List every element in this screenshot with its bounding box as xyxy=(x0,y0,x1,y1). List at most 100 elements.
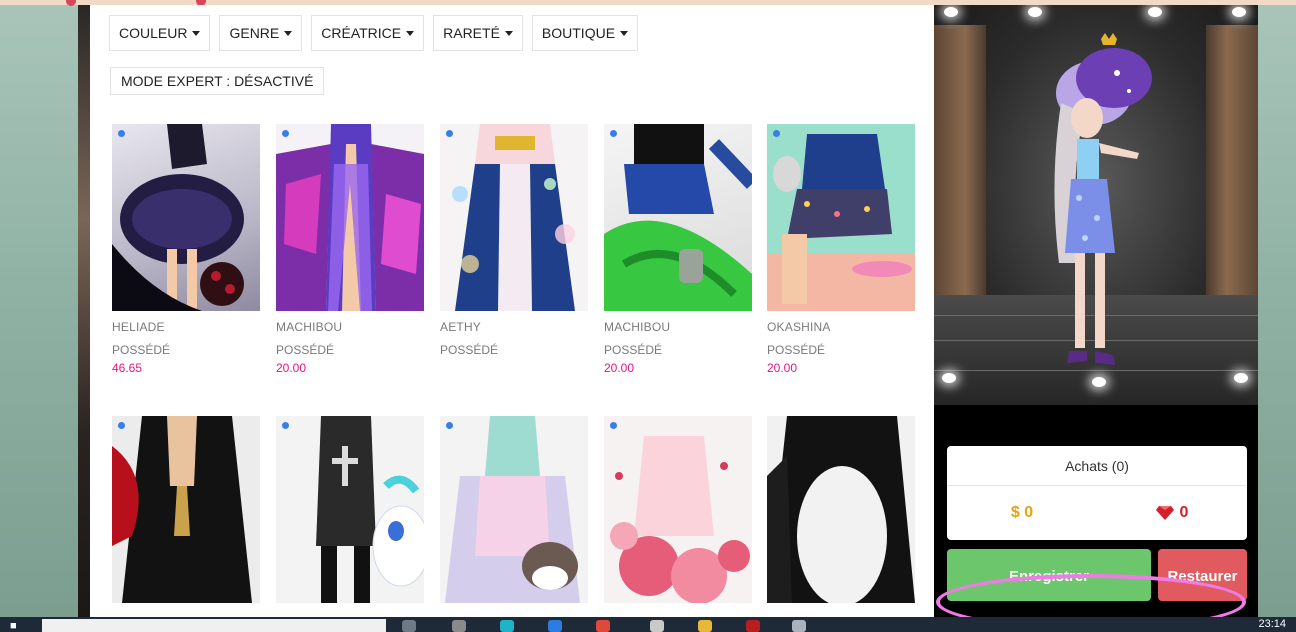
outfit-image xyxy=(452,124,575,311)
filter-label: COULEUR xyxy=(119,25,188,41)
cart-dollars: $ 0 xyxy=(947,504,1097,522)
restore-button[interactable]: Restaurer xyxy=(1158,549,1247,601)
item-status: POSSÉDÉ xyxy=(112,343,171,357)
item-creator: MACHIBOU xyxy=(276,320,343,334)
expert-mode-toggle[interactable]: MODE EXPERT : DÉSACTIVÉ xyxy=(110,67,325,95)
item-price: 46.65 xyxy=(112,361,143,375)
wardrobe-item[interactable] xyxy=(767,416,915,603)
item-creator: OKASHINA xyxy=(767,320,831,334)
cart-gems: 0 xyxy=(1097,504,1247,522)
gem-amount: 0 xyxy=(1179,504,1189,521)
filter-rarity-button[interactable]: RARETÉ xyxy=(433,15,523,51)
caret-down-icon xyxy=(192,30,201,36)
app-icon[interactable] xyxy=(792,620,806,632)
caret-down-icon xyxy=(620,30,629,36)
save-button[interactable]: Enregistrer xyxy=(947,549,1151,601)
wardrobe-item[interactable]: AETHY POSSÉDÉ xyxy=(440,124,588,361)
item-thumbnail[interactable] xyxy=(440,416,588,603)
item-price: 20.00 xyxy=(767,361,798,375)
wardrobe-item[interactable]: OKASHINA POSSÉDÉ 20.00 xyxy=(767,124,915,375)
chrome-icon[interactable] xyxy=(596,620,610,632)
outfit-image xyxy=(767,416,915,603)
new-indicator-icon xyxy=(446,422,453,429)
filter-label: BOUTIQUE xyxy=(541,25,616,41)
new-indicator-icon xyxy=(446,130,453,137)
item-thumbnail[interactable] xyxy=(276,124,424,311)
item-thumbnail[interactable] xyxy=(112,124,260,311)
outfit-image xyxy=(767,124,915,311)
filter-label: CRÉATRICE xyxy=(321,25,402,41)
item-thumbnail[interactable] xyxy=(604,416,752,603)
item-status: POSSÉDÉ xyxy=(604,343,663,357)
item-creator: AETHY xyxy=(440,320,482,334)
item-price: 20.00 xyxy=(276,361,307,375)
wardrobe-item[interactable] xyxy=(604,416,752,603)
avatar xyxy=(1054,33,1152,365)
item-thumbnail[interactable] xyxy=(440,124,588,311)
caret-down-icon xyxy=(284,30,293,36)
filter-bar: COULEUR GENRE CRÉATRICE RARETÉ BOUTIQUE xyxy=(109,15,639,51)
app-icon[interactable] xyxy=(746,620,760,632)
caret-down-icon xyxy=(406,30,415,36)
filter-shop-button[interactable]: BOUTIQUE xyxy=(531,15,639,51)
cart-title: Achats (0) xyxy=(947,446,1247,486)
stage-light-icon xyxy=(1148,7,1162,17)
wardrobe-item[interactable]: MACHIBOU POSSÉDÉ 20.00 xyxy=(604,124,752,375)
outfit-image xyxy=(604,124,752,311)
outfit-image xyxy=(112,124,244,311)
wardrobe-item[interactable]: MACHIBOU POSSÉDÉ 20.00 xyxy=(276,124,424,375)
app-icon[interactable] xyxy=(452,620,466,632)
wardrobe-item[interactable]: HELIADE POSSÉDÉ 46.65 xyxy=(112,124,260,375)
new-indicator-icon xyxy=(118,130,125,137)
stage-light-icon xyxy=(1232,7,1246,17)
dollar-amount: $ 0 xyxy=(1010,504,1034,521)
filter-genre-button[interactable]: GENRE xyxy=(219,15,303,51)
item-status: POSSÉDÉ xyxy=(276,343,335,357)
item-creator: MACHIBOU xyxy=(604,320,671,334)
new-indicator-icon xyxy=(610,422,617,429)
item-thumbnail[interactable] xyxy=(767,416,915,603)
item-status: POSSÉDÉ xyxy=(767,343,826,357)
purchase-summary: Achats (0) $ 0 0 xyxy=(947,446,1247,540)
new-indicator-icon xyxy=(610,130,617,137)
item-status: POSSÉDÉ xyxy=(440,343,499,357)
filter-label: RARETÉ xyxy=(443,25,500,41)
filter-color-button[interactable]: COULEUR xyxy=(109,15,211,51)
outfit-image xyxy=(316,416,424,603)
new-indicator-icon xyxy=(773,130,780,137)
new-indicator-icon xyxy=(118,422,125,429)
stage-light-icon xyxy=(1028,7,1042,17)
item-thumbnail[interactable] xyxy=(276,416,424,603)
stage-light-icon xyxy=(944,7,958,17)
filter-creator-button[interactable]: CRÉATRICE xyxy=(311,15,425,51)
item-price: 20.00 xyxy=(604,361,635,375)
scene-strip xyxy=(78,5,90,617)
outfit-image xyxy=(276,124,424,311)
task-view-icon[interactable] xyxy=(402,620,416,632)
caret-down-icon xyxy=(504,30,513,36)
edge-icon[interactable] xyxy=(500,620,514,632)
background-left xyxy=(0,0,78,632)
taskbar: ■ 23:14 xyxy=(0,617,1296,632)
wardrobe-panel: COULEUR GENRE CRÉATRICE RARETÉ BOUTIQUE … xyxy=(90,5,934,617)
wardrobe-item[interactable] xyxy=(440,416,588,603)
outfit-image xyxy=(610,436,750,603)
outfit-image xyxy=(445,416,580,603)
item-creator: HELIADE xyxy=(112,320,165,334)
taskbar-search[interactable] xyxy=(42,619,386,632)
app-icon[interactable] xyxy=(650,620,664,632)
filter-label: GENRE xyxy=(229,25,280,41)
store-icon[interactable] xyxy=(548,620,562,632)
gem-icon xyxy=(1155,506,1174,520)
clock: 23:14 xyxy=(1258,618,1286,630)
start-icon[interactable]: ■ xyxy=(10,620,26,632)
background-right xyxy=(1258,0,1296,632)
new-indicator-icon xyxy=(282,130,289,137)
item-thumbnail[interactable] xyxy=(767,124,915,311)
item-thumbnail[interactable] xyxy=(112,416,260,603)
item-thumbnail[interactable] xyxy=(604,124,752,311)
folder-icon[interactable] xyxy=(698,620,712,632)
wardrobe-item[interactable] xyxy=(112,416,260,603)
new-indicator-icon xyxy=(282,422,289,429)
wardrobe-item[interactable] xyxy=(276,416,424,603)
